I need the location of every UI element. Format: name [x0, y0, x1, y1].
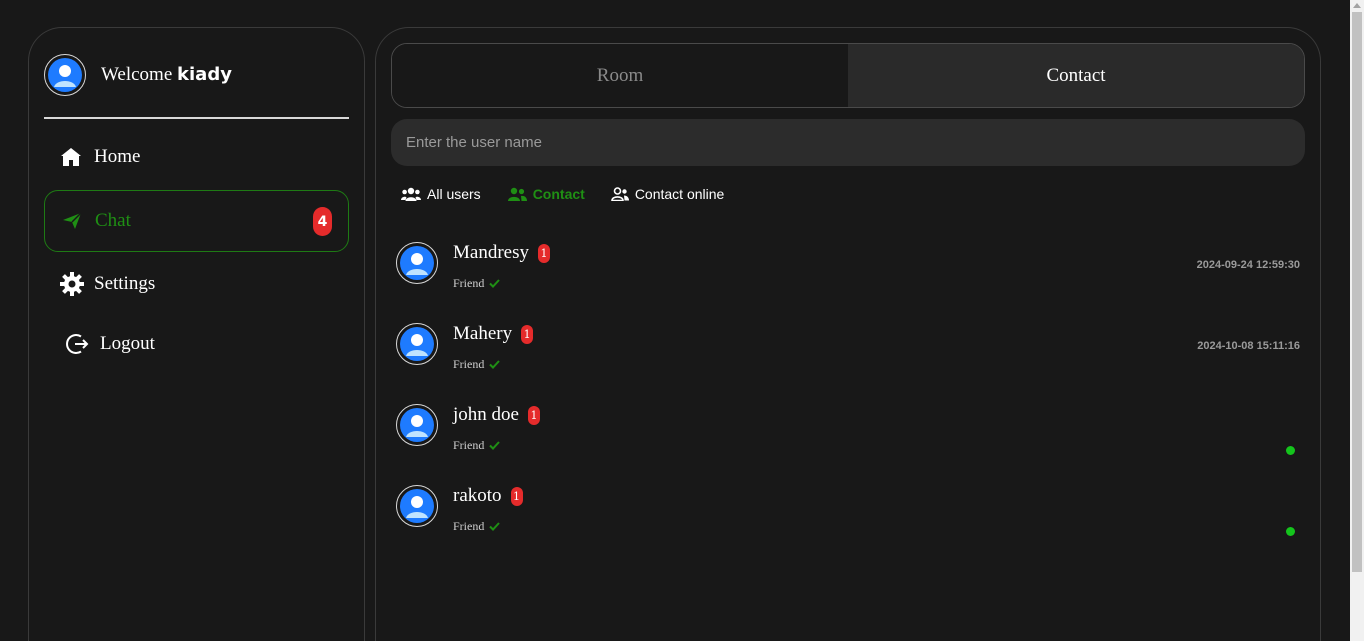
contact-name-row: Mahery 1 [453, 323, 534, 345]
contact-name-row: john doe 1 [453, 404, 540, 426]
check-icon [489, 522, 501, 531]
contact-name: john doe [453, 404, 519, 425]
filter-label: Contact [532, 186, 585, 202]
contact-avatar [396, 404, 438, 446]
last-seen-time: 2024-09-24 12:59:30 [1196, 259, 1300, 271]
filter-label: Contact online [634, 186, 725, 202]
nav-item-settings[interactable]: Settings [44, 253, 349, 315]
contact-filters: All users Contact Contact online [401, 186, 750, 202]
profile-header: Welcome kiady [44, 54, 232, 96]
contacts-panel: Room Contact All users Contact [375, 27, 1321, 641]
check-icon [489, 441, 501, 450]
contact-row[interactable]: john doe 1 Friend [396, 404, 1306, 474]
user-avatar[interactable] [44, 54, 86, 96]
sidebar-divider [44, 117, 349, 119]
check-icon [489, 360, 501, 369]
welcome-label: Welcome [101, 64, 173, 85]
unread-badge: 1 [521, 324, 534, 344]
nav-item-label: Logout [100, 333, 155, 354]
contact-row[interactable]: Mahery 1 Friend 2024-10-08 15:11:16 [396, 323, 1306, 393]
nav-item-label: Home [94, 146, 141, 167]
unread-count-badge: 4 [313, 207, 332, 236]
send-icon [61, 211, 87, 231]
friend-status-label: Friend [453, 438, 485, 452]
contact-status: Friend [453, 438, 501, 453]
page-scrollbar[interactable] [1350, 0, 1364, 641]
friend-status-label: Friend [453, 357, 485, 371]
gear-icon [60, 272, 86, 296]
contact-name: Mandresy [453, 242, 529, 263]
contact-group-icon [507, 187, 527, 201]
contact-status: Friend [453, 276, 501, 291]
contact-name: Mahery [453, 323, 513, 344]
filter-label: All users [427, 186, 481, 202]
online-indicator [1286, 527, 1295, 536]
contact-row[interactable]: Mandresy 1 Friend 2024-09-24 12:59:30 [396, 242, 1306, 312]
user-check-icon [611, 187, 629, 201]
tab-room[interactable]: Room [392, 44, 848, 107]
friend-status-label: Friend [453, 276, 485, 290]
home-icon [60, 147, 86, 167]
nav-item-chat[interactable]: Chat 4 [44, 190, 349, 252]
logout-icon [66, 332, 92, 356]
contact-avatar [396, 323, 438, 365]
contact-status: Friend [453, 519, 501, 534]
filter-contact[interactable]: Contact [507, 186, 585, 202]
users-icon [401, 187, 421, 201]
avatar-icon [48, 58, 82, 92]
contact-avatar [396, 485, 438, 527]
contact-name-row: rakoto 1 [453, 485, 523, 507]
avatar-icon [400, 489, 434, 523]
tab-bar: Room Contact [391, 43, 1305, 108]
contact-avatar [396, 242, 438, 284]
user-search-input[interactable] [391, 119, 1305, 166]
welcome-message: Welcome kiady [101, 64, 232, 86]
contact-row[interactable]: rakoto 1 Friend [396, 485, 1306, 555]
contact-name: rakoto [453, 485, 502, 506]
filter-contact-online[interactable]: Contact online [611, 186, 725, 202]
scroll-up-arrow-icon[interactable] [1353, 3, 1361, 8]
nav-item-logout[interactable]: Logout [44, 313, 349, 375]
welcome-username: kiady [177, 64, 232, 85]
unread-badge: 1 [527, 405, 540, 425]
contact-status: Friend [453, 357, 501, 372]
filter-all-users[interactable]: All users [401, 186, 481, 202]
check-icon [489, 279, 501, 288]
last-seen-time: 2024-10-08 15:11:16 [1197, 340, 1300, 352]
tab-contact[interactable]: Contact [848, 44, 1304, 107]
unread-badge: 1 [537, 243, 550, 263]
friend-status-label: Friend [453, 519, 485, 533]
online-indicator [1286, 446, 1295, 455]
avatar-icon [400, 408, 434, 442]
nav-item-home[interactable]: Home [44, 126, 349, 188]
avatar-icon [400, 246, 434, 280]
contact-name-row: Mandresy 1 [453, 242, 550, 264]
scrollbar-thumb[interactable] [1352, 12, 1362, 572]
nav-item-label: Settings [94, 273, 156, 294]
avatar-icon [400, 327, 434, 361]
sidebar: Welcome kiady Home Chat 4 Settings Logou… [28, 27, 365, 641]
nav-item-label: Chat [95, 210, 131, 231]
unread-badge: 1 [510, 486, 523, 506]
